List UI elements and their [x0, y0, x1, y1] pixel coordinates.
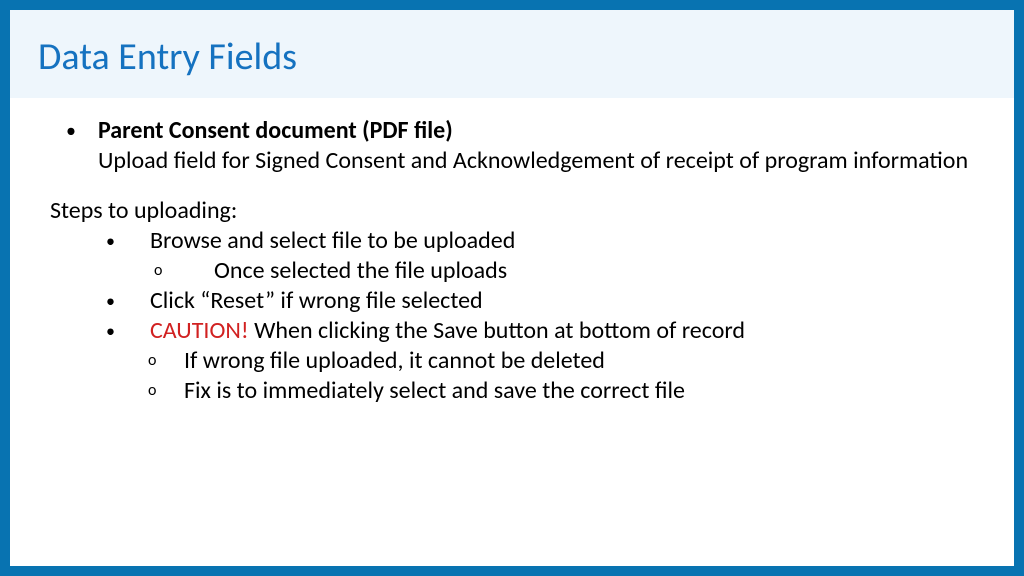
circle-bullet-icon: o	[154, 256, 202, 286]
step-list: • Browse and select file to be uploaded …	[106, 226, 974, 406]
list-item: • Click “Reset” if wrong file selected	[106, 286, 974, 316]
step-text: Browse and select file to be uploaded	[150, 226, 974, 256]
bullet-icon: •	[106, 226, 150, 256]
list-item: • Browse and select file to be uploaded	[106, 226, 974, 256]
bullet-icon: •	[66, 116, 76, 146]
circle-bullet-icon: o	[148, 346, 184, 376]
main-bullet-heading: Parent Consent document (PDF file)	[98, 116, 974, 146]
caution-label: CAUTION!	[150, 316, 249, 345]
content-area: • Parent Consent document (PDF file) Upl…	[10, 98, 1014, 406]
slide-title: Data Entry Fields	[38, 34, 994, 80]
circle-bullet-icon: o	[148, 376, 184, 406]
sub-text: Fix is to immediately select and save th…	[184, 376, 685, 406]
step-text-part: When clicking the Save button at bottom …	[249, 316, 745, 345]
list-item: o Once selected the file uploads	[154, 256, 974, 286]
bullet-body: Parent Consent document (PDF file) Uploa…	[98, 116, 974, 176]
sub-list: o If wrong file uploaded, it cannot be d…	[148, 346, 974, 406]
steps-header: Steps to uploading:	[50, 196, 974, 226]
title-band: Data Entry Fields	[10, 10, 1014, 98]
sub-list: o Once selected the file uploads	[154, 256, 974, 286]
list-item: o If wrong file uploaded, it cannot be d…	[148, 346, 974, 376]
sub-text: Once selected the file uploads	[202, 256, 507, 286]
sub-text: If wrong file uploaded, it cannot be del…	[184, 346, 605, 376]
step-text: Click “Reset” if wrong file selected	[150, 286, 974, 316]
bullet-icon: •	[106, 286, 150, 316]
list-item: • CAUTION! When clicking the Save button…	[106, 316, 974, 346]
step-text: CAUTION! When clicking the Save button a…	[150, 316, 974, 346]
bullet-icon: •	[106, 316, 150, 346]
slide-frame: Data Entry Fields • Parent Consent docum…	[0, 0, 1024, 576]
main-bullet-description: Upload field for Signed Consent and Ackn…	[98, 146, 974, 176]
main-bullet: • Parent Consent document (PDF file) Upl…	[66, 116, 974, 176]
list-item: o Fix is to immediately select and save …	[148, 376, 974, 406]
